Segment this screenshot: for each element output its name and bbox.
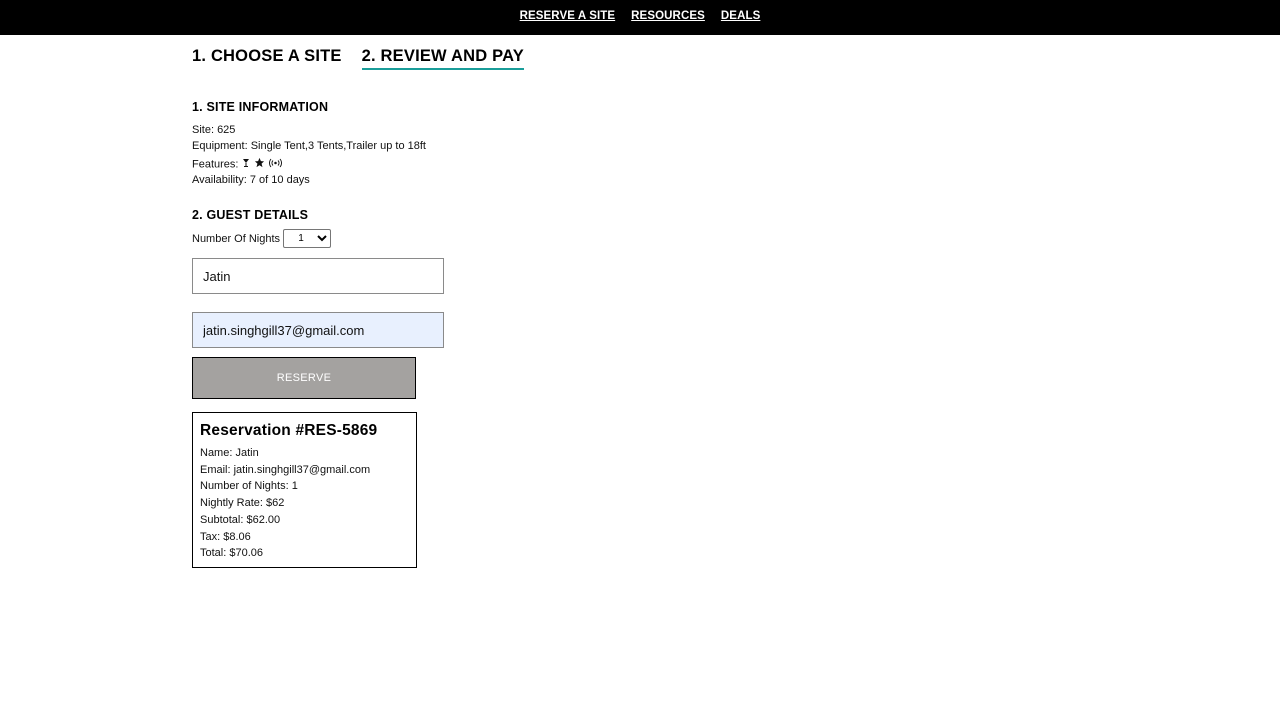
site-information-heading: 1. SITE INFORMATION [192,100,329,114]
step-tabs: 1. CHOOSE A SITE 2. REVIEW AND PAY [192,47,524,70]
site-availability: Availability: 7 of 10 days [192,174,310,186]
nav-link-reserve-a-site[interactable]: RESERVE A SITE [520,10,616,22]
nights-row: Number Of Nights 1 [192,229,332,248]
reservation-subtotal: Subtotal: $62.00 [200,513,281,526]
nav-link-deals[interactable]: DEALS [721,10,760,22]
drink-icon [242,158,250,171]
site-equipment: Equipment: Single Tent,3 Tents,Trailer u… [192,140,426,152]
nights-label: Number Of Nights [192,232,281,245]
reservation-rate: Nightly Rate: $62 [200,497,285,510]
tab-review-and-pay[interactable]: 2. REVIEW AND PAY [361,47,524,70]
features-label: Features: [192,158,239,171]
site-features: Features: [192,157,282,171]
guest-details-heading: 2. GUEST DETAILS [192,208,309,222]
signal-icon [268,158,282,171]
nav-link-resources[interactable]: RESOURCES [631,10,705,22]
features-icons [242,157,282,171]
site-number: Site: 625 [192,124,236,136]
nights-select[interactable]: 1 [283,229,332,248]
reservation-email: Email: jatin.singhgill37@gmail.com [200,463,371,476]
tab-choose-a-site[interactable]: 1. CHOOSE A SITE [192,47,342,70]
reservation-nights: Number of Nights: 1 [200,480,298,493]
reserve-button[interactable]: RESERVE [192,357,416,399]
reservation-name: Name: Jatin [200,447,259,459]
top-nav: RESERVE A SITE RESOURCES DEALS [0,0,1280,35]
reservation-total: Total: $70.06 [200,547,263,560]
reservation-title: Reservation #RES-5869 [200,422,378,439]
reservation-summary: Reservation #RES-5869 Name: Jatin Email:… [192,412,417,568]
reservation-tax: Tax: $8.06 [200,530,251,543]
email-input[interactable] [192,312,444,348]
star-icon [254,157,265,171]
name-input[interactable] [192,258,444,294]
